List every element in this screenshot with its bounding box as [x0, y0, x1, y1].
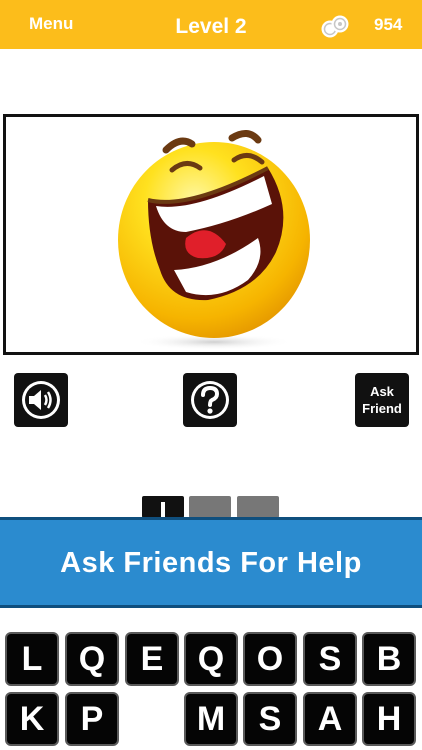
ask-friend-label-line2: Friend — [362, 401, 402, 416]
coin-count: 954 — [374, 15, 403, 34]
hint-button[interactable] — [183, 373, 237, 427]
letter-key[interactable]: Q — [65, 632, 119, 686]
ask-friend-button[interactable]: Ask Friend — [355, 373, 409, 427]
laughing-emoji-icon — [118, 130, 310, 350]
slot-cursor — [161, 502, 165, 518]
ask-friend-label: Ask Friend — [355, 383, 409, 417]
ask-friend-label-line1: Ask — [370, 384, 394, 399]
letter-key[interactable]: K — [5, 692, 59, 746]
letter-key[interactable]: H — [362, 692, 416, 746]
letter-key[interactable]: Q — [184, 632, 238, 686]
letter-key[interactable]: E — [125, 632, 179, 686]
sound-button[interactable] — [14, 373, 68, 427]
answer-slot[interactable] — [189, 496, 231, 518]
puzzle-image-frame — [3, 114, 419, 355]
banner-text: Ask Friends For Help — [60, 547, 362, 579]
top-bar: Menu Level 2 954 — [0, 0, 422, 49]
speaker-icon — [22, 381, 60, 419]
letter-key[interactable]: M — [184, 692, 238, 746]
ask-friends-banner[interactable]: Ask Friends For Help — [0, 517, 422, 608]
answer-slot[interactable] — [142, 496, 184, 518]
question-mark-icon — [191, 381, 229, 419]
letter-key[interactable]: O — [243, 632, 297, 686]
coins-icon — [321, 15, 349, 38]
letter-key[interactable]: S — [303, 632, 357, 686]
letter-keyboard: L Q E Q O S B K P M S A H — [0, 629, 422, 750]
letter-key[interactable]: S — [243, 692, 297, 746]
letter-key[interactable]: P — [65, 692, 119, 746]
letter-key[interactable]: B — [362, 632, 416, 686]
answer-slot[interactable] — [237, 496, 279, 518]
letter-key[interactable]: L — [5, 632, 59, 686]
letter-key[interactable]: A — [303, 692, 357, 746]
menu-button[interactable]: Menu — [29, 14, 73, 34]
